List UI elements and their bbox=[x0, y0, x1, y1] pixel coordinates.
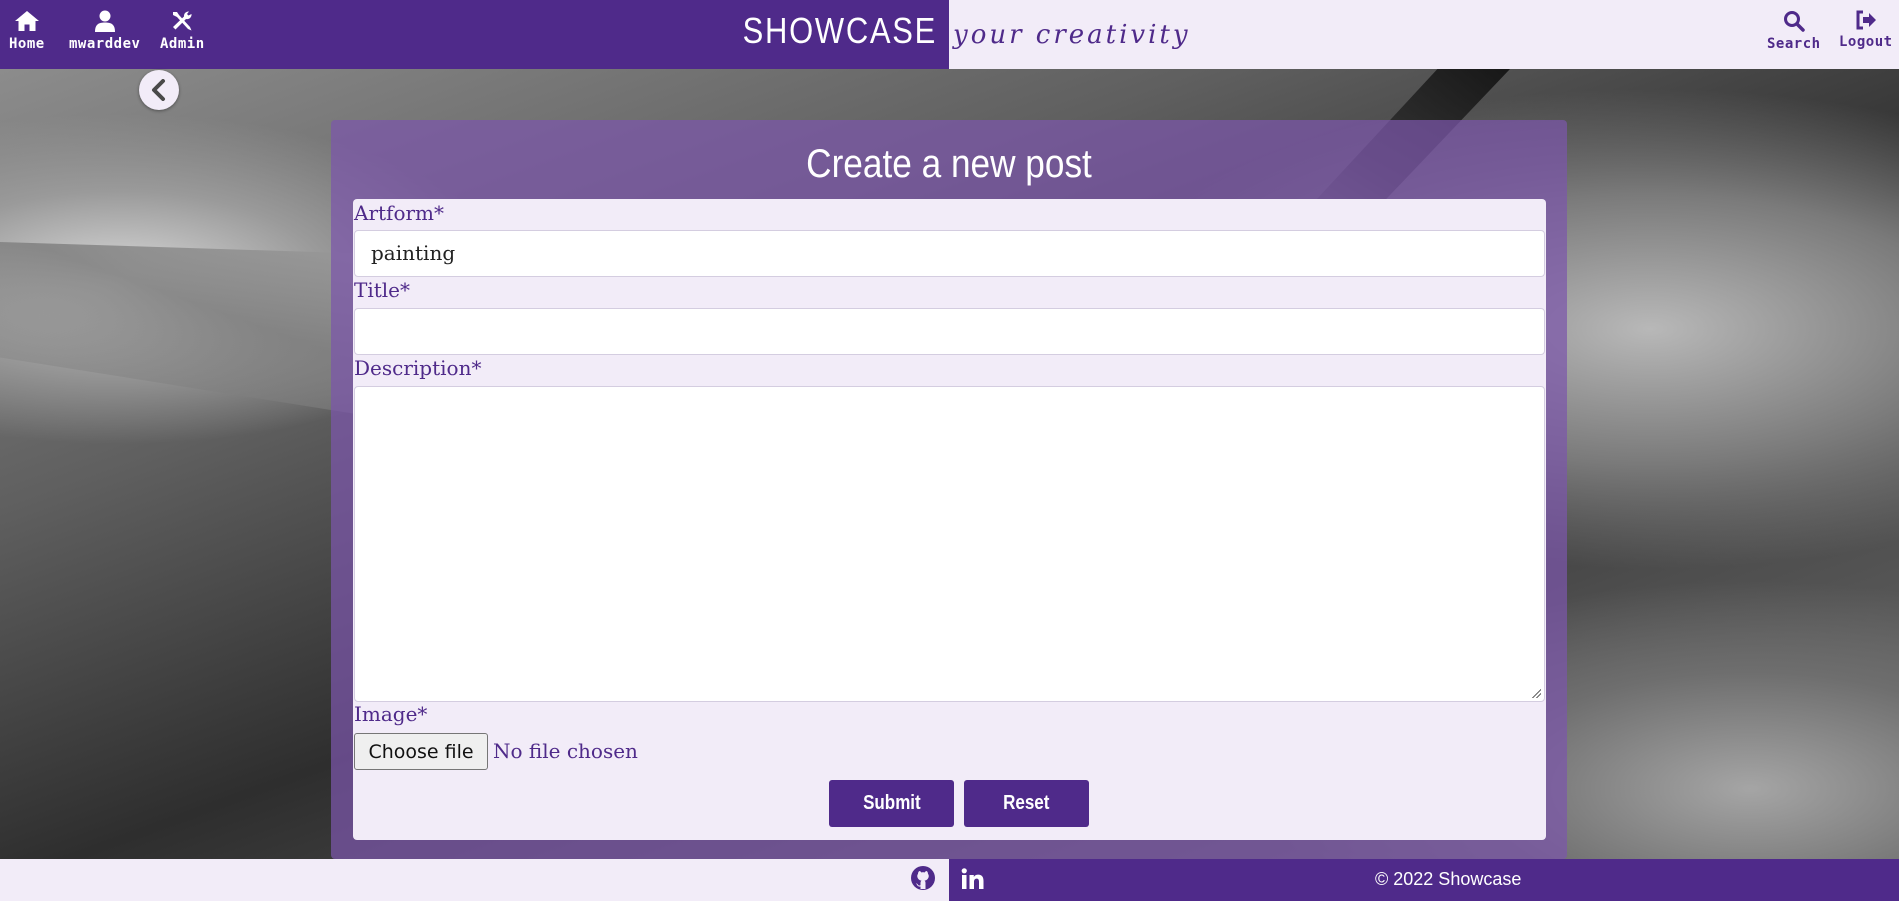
copyright-text: © 2022 Showcase bbox=[1375, 869, 1522, 889]
page-title: Create a new post bbox=[806, 142, 1092, 186]
search-icon bbox=[1783, 11, 1805, 32]
reset-button[interactable]: Reset bbox=[964, 780, 1089, 827]
linkedin-icon bbox=[961, 868, 984, 889]
linkedin-link[interactable] bbox=[961, 868, 985, 894]
nav-profile-label: mwarddev bbox=[69, 36, 141, 52]
site-header: Home mwarddev Admin SHOWCASE your creati… bbox=[0, 0, 1899, 69]
submit-button[interactable]: Submit bbox=[829, 780, 954, 827]
artform-input[interactable]: painting bbox=[354, 230, 1545, 277]
reset-label: Reset bbox=[1003, 792, 1050, 814]
header-right: your creativity Search Logout bbox=[949, 0, 1899, 69]
brand-logo[interactable]: SHOWCASE bbox=[743, 10, 937, 52]
nav-home-label: Home bbox=[9, 36, 45, 52]
footer-left bbox=[0, 859, 949, 901]
github-icon bbox=[911, 866, 935, 890]
artform-label: Artform* bbox=[354, 201, 445, 225]
file-status: No file chosen bbox=[493, 739, 638, 763]
resize-handle[interactable] bbox=[1531, 688, 1541, 698]
github-link[interactable] bbox=[910, 865, 936, 895]
image-label: Image* bbox=[354, 702, 428, 726]
title-input[interactable] bbox=[354, 308, 1545, 355]
description-textarea[interactable] bbox=[354, 386, 1545, 702]
create-post-form: Artform* painting Title* Description* Im… bbox=[353, 199, 1546, 840]
chevron-left-icon bbox=[152, 79, 165, 101]
description-label: Description* bbox=[354, 356, 482, 380]
nav-profile[interactable]: mwarddev bbox=[69, 10, 140, 52]
nav-logout-label: Logout bbox=[1839, 34, 1893, 50]
tagline: your creativity bbox=[953, 20, 1191, 50]
nav-home[interactable]: Home bbox=[9, 10, 45, 52]
create-post-card: Create a new post Artform* painting Titl… bbox=[331, 120, 1567, 859]
home-icon bbox=[14, 11, 39, 31]
nav-admin-label: Admin bbox=[160, 36, 205, 52]
nav-admin[interactable]: Admin bbox=[160, 10, 205, 52]
nav-logout[interactable]: Logout bbox=[1839, 10, 1893, 50]
nav-search[interactable]: Search bbox=[1767, 10, 1821, 52]
title-label: Title* bbox=[354, 278, 411, 302]
submit-label: Submit bbox=[862, 792, 921, 814]
user-icon bbox=[94, 10, 115, 32]
site-footer: © 2022 Showcase bbox=[0, 859, 1899, 901]
nav-search-label: Search bbox=[1767, 36, 1821, 52]
logout-icon bbox=[1856, 10, 1876, 30]
choose-file-button[interactable]: Choose file bbox=[354, 733, 488, 770]
back-button[interactable] bbox=[139, 70, 179, 110]
footer-right: © 2022 Showcase bbox=[949, 859, 1899, 901]
header-left: Home mwarddev Admin SHOWCASE bbox=[0, 0, 949, 69]
tools-icon bbox=[173, 11, 192, 31]
